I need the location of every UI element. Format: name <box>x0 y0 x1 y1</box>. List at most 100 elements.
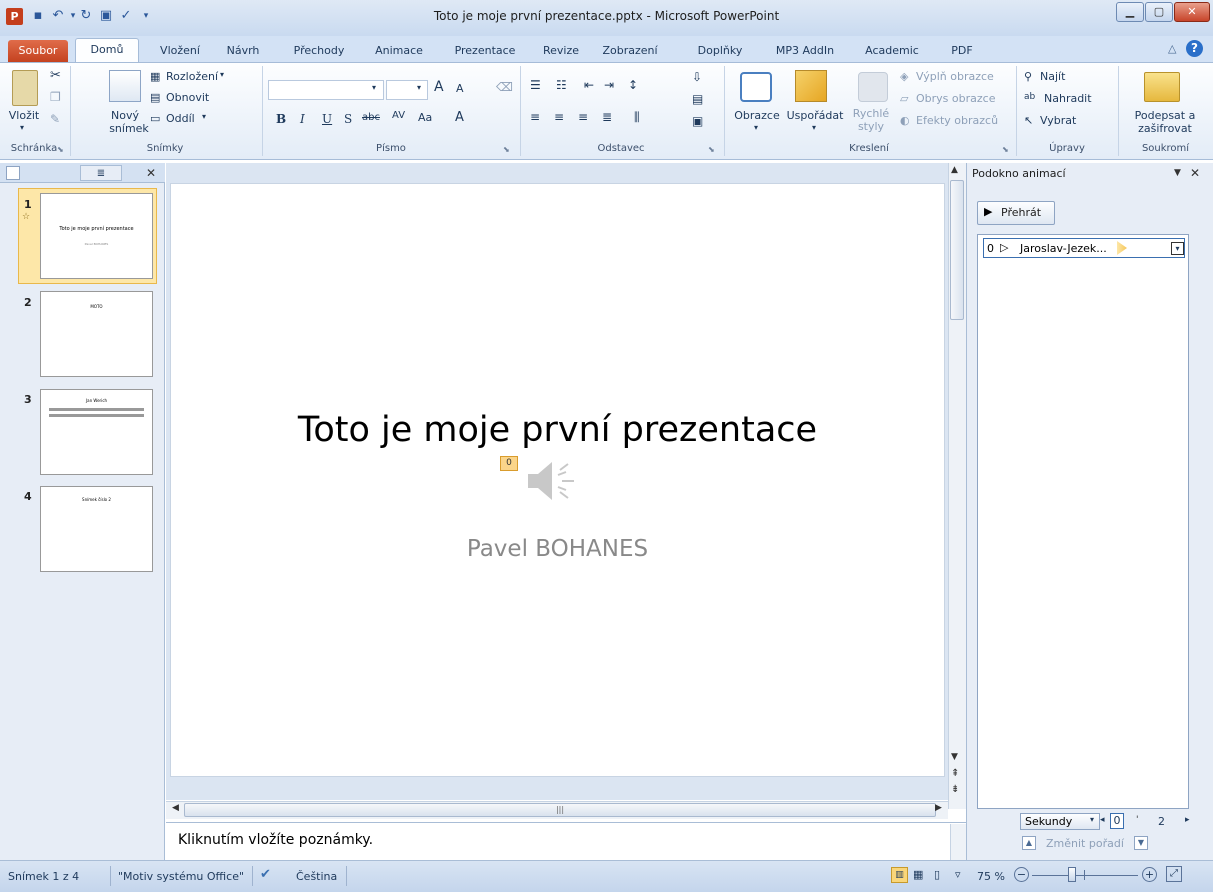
tab-pdf[interactable]: PDF <box>944 41 980 62</box>
next-slide-icon[interactable]: ⇟ <box>951 784 959 795</box>
align-left-icon[interactable]: ≡ <box>530 110 540 124</box>
previous-slide-icon[interactable]: ⇞ <box>951 768 959 779</box>
slide-title[interactable]: Toto je moje první prezentace <box>170 410 945 450</box>
horizontal-scroll-thumb[interactable]: ||| <box>184 803 936 817</box>
seconds-dropdown[interactable]: Sekundy <box>1020 813 1100 830</box>
quick-styles-label-1[interactable]: Rychlé <box>848 108 894 120</box>
language-indicator[interactable]: Čeština <box>296 870 337 883</box>
italic-icon[interactable]: I <box>300 112 305 126</box>
section-button[interactable]: Oddíl <box>166 112 195 125</box>
bold-icon[interactable]: B <box>276 112 286 126</box>
select-button[interactable]: Vybrat <box>1040 114 1076 127</box>
quick-styles-button[interactable]: styly <box>848 121 894 133</box>
minimize-button[interactable]: ▁ <box>1116 2 1144 22</box>
paragraph-launcher-icon[interactable]: ⬊ <box>708 145 715 154</box>
slide-thumbnail-4[interactable]: Snímek číslo 2 <box>40 486 153 572</box>
tab-academic[interactable]: Academic <box>860 41 924 62</box>
animation-order-tag[interactable]: 0 <box>500 456 518 471</box>
tab-animations[interactable]: Animace <box>368 41 430 62</box>
strikethrough-icon[interactable]: abc <box>362 112 380 123</box>
font-color-icon[interactable]: A <box>455 110 464 125</box>
clear-formatting-icon[interactable]: ⌫ <box>496 80 513 94</box>
sign-encrypt-label-1[interactable]: Podepsat a <box>1120 110 1210 122</box>
speaker-sound-icon[interactable] <box>524 460 580 505</box>
new-slide-label-1[interactable]: Nový <box>104 110 146 122</box>
columns-icon[interactable]: ⫼ <box>634 110 640 125</box>
zoom-slider-thumb[interactable] <box>1068 867 1076 882</box>
fit-to-window-icon[interactable]: ⤢ <box>1166 866 1182 882</box>
scroll-right-icon[interactable]: ▶ <box>935 803 942 813</box>
align-text-icon[interactable]: ▤ <box>692 92 703 106</box>
paste-dropdown-icon[interactable]: ▾ <box>20 123 24 132</box>
animation-list[interactable] <box>977 234 1189 809</box>
theme-name[interactable]: "Motiv systému Office" <box>118 870 244 883</box>
maximize-button[interactable]: ▢ <box>1145 2 1173 22</box>
tab-transitions[interactable]: Přechody <box>285 41 353 62</box>
arrange-dropdown-icon[interactable]: ▾ <box>812 123 816 132</box>
layout-dropdown-icon[interactable]: ▾ <box>220 70 224 79</box>
tab-design[interactable]: Návrh <box>218 41 268 62</box>
change-case-icon[interactable]: Aa <box>418 111 432 124</box>
find-button[interactable]: Najít <box>1040 70 1065 83</box>
decrease-font-icon[interactable]: A <box>456 82 464 95</box>
timeline-right-icon[interactable]: ▸ <box>1185 815 1190 825</box>
scroll-left-icon[interactable]: ◀ <box>172 803 179 813</box>
proofing-icon[interactable]: ✔ <box>260 867 271 882</box>
copy-icon[interactable]: ❐ <box>50 90 61 104</box>
item-dropdown-icon[interactable]: ▾ <box>1171 242 1184 255</box>
text-direction-icon[interactable]: ⇩ <box>692 70 702 84</box>
slide-sorter-icon[interactable]: ▦ <box>913 868 923 881</box>
move-up-icon[interactable]: ▲ <box>1022 836 1036 850</box>
notes-placeholder[interactable]: Kliknutím vložíte poznámky. <box>178 832 373 848</box>
sign-encrypt-button[interactable]: zašifrovat <box>1120 123 1210 135</box>
replace-button[interactable]: Nahradit <box>1044 92 1092 105</box>
increase-indent-icon[interactable]: ⇥ <box>604 78 614 92</box>
tab-insert[interactable]: Vložení <box>150 41 210 62</box>
zoom-out-icon[interactable]: − <box>1014 867 1029 882</box>
tab-view[interactable]: Zobrazení <box>591 41 669 62</box>
seconds-dropdown-icon[interactable]: ▾ <box>1090 815 1094 824</box>
tab-home[interactable]: Domů <box>75 38 139 63</box>
close-pane-icon[interactable]: ✕ <box>1190 166 1200 180</box>
bullets-icon[interactable]: ☰ <box>530 78 541 92</box>
move-down-icon[interactable]: ▼ <box>1134 836 1148 850</box>
zoom-level[interactable]: 75 % <box>977 870 1005 883</box>
reading-view-icon[interactable]: ▯ <box>934 868 940 881</box>
slide-subtitle[interactable]: Pavel BOHANES <box>170 536 945 562</box>
tab-addins[interactable]: Doplňky <box>690 41 750 62</box>
paste-button[interactable]: Vložit <box>4 110 44 122</box>
zoom-slider-track[interactable] <box>1032 875 1138 876</box>
scroll-up-icon[interactable]: ▲ <box>951 165 958 175</box>
shadow-icon[interactable]: S <box>344 112 352 126</box>
reset-button[interactable]: Obnovit <box>166 91 209 104</box>
pane-options-icon[interactable]: ▼ <box>1174 168 1181 178</box>
format-painter-icon[interactable]: ✎ <box>50 112 60 126</box>
shapes-button[interactable]: Obrazce <box>732 110 782 122</box>
tab-review[interactable]: Revize <box>538 41 584 62</box>
timeline-left-icon[interactable]: ◂ <box>1100 815 1105 825</box>
vertical-scroll-thumb[interactable] <box>950 180 964 320</box>
font-name-combobox[interactable] <box>268 80 384 100</box>
underline-icon[interactable]: U <box>322 112 332 126</box>
shape-effects-button[interactable]: Efekty obrazců <box>916 114 998 127</box>
clipboard-launcher-icon[interactable]: ⬊ <box>57 145 64 154</box>
shape-fill-button[interactable]: Výplň obrazce <box>916 70 994 83</box>
normal-view-icon[interactable]: ▥ <box>891 867 908 883</box>
drawing-launcher-icon[interactable]: ⬊ <box>1002 145 1009 154</box>
slide-thumbnail-2[interactable]: MOTO <box>40 291 153 377</box>
new-slide-button[interactable]: snímek <box>108 123 150 135</box>
section-dropdown-icon[interactable]: ▾ <box>202 112 206 121</box>
slide-thumbnail-1[interactable]: Toto je moje první prezentace Pavel BOHA… <box>40 193 153 279</box>
tab-file[interactable]: Soubor <box>8 40 68 62</box>
slide-thumbnail-3[interactable]: Jan Werich <box>40 389 153 475</box>
shapes-dropdown-icon[interactable]: ▾ <box>754 123 758 132</box>
scroll-down-icon[interactable]: ▼ <box>951 752 958 762</box>
layout-button[interactable]: Rozložení <box>166 70 218 83</box>
cut-icon[interactable]: ✂ <box>50 68 61 83</box>
align-right-icon[interactable]: ≡ <box>578 110 588 124</box>
help-icon[interactable]: ? <box>1186 40 1203 57</box>
outline-tab-icon[interactable]: ≣ <box>80 165 122 181</box>
smartart-icon[interactable]: ▣ <box>692 114 703 128</box>
tab-slideshow[interactable]: Prezentace <box>446 41 524 62</box>
font-name-dropdown-icon[interactable]: ▾ <box>372 83 376 92</box>
